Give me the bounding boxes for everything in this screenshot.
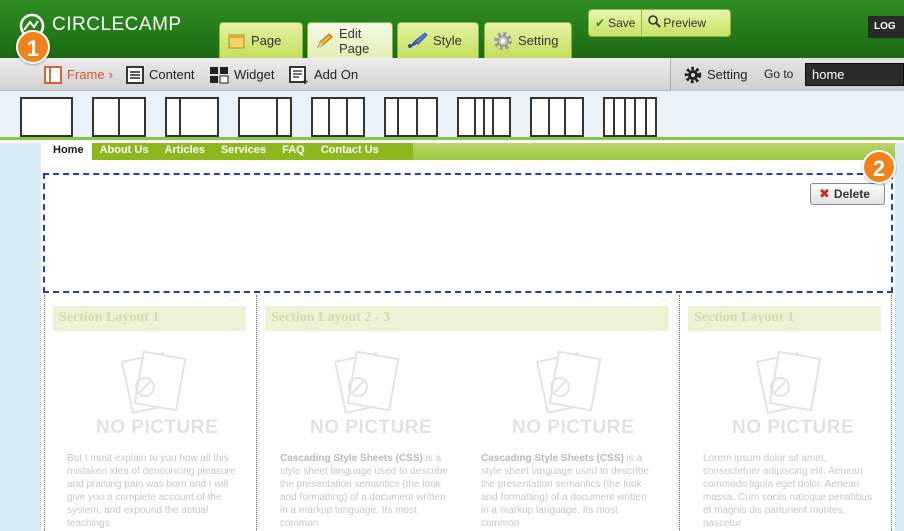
- tab-label: Page: [251, 33, 282, 48]
- section-heading: Section Layout 1: [688, 306, 881, 331]
- widget-icon: [209, 66, 229, 84]
- column-divider: [679, 295, 680, 531]
- column-divider: [256, 295, 257, 531]
- nav-item-articles[interactable]: Articles: [156, 143, 212, 160]
- tab-label: Style: [433, 33, 462, 48]
- step-badge-2: 2: [862, 150, 896, 184]
- app-logo-text: CIRCLECAMP: [52, 14, 182, 35]
- widget-label: Widget: [234, 67, 275, 82]
- tab-page[interactable]: Page: [219, 22, 303, 58]
- add-on-label: Add On: [314, 67, 359, 82]
- checkmark-icon: ✔: [595, 16, 606, 30]
- content-label: Content: [149, 67, 195, 82]
- section-paragraph: Cascading Style Sheets (CSS) is a style …: [481, 452, 653, 530]
- nav-item-faq[interactable]: FAQ: [274, 143, 313, 160]
- section-heading: Section Layout 1: [53, 306, 246, 331]
- frame-layout-strip: [0, 91, 904, 140]
- tab-edit-page[interactable]: Edit Page: [307, 22, 393, 58]
- selected-frame-dropzone[interactable]: [43, 173, 893, 293]
- toolbar-frame[interactable]: Frame ›: [44, 58, 113, 91]
- content-icon: [126, 65, 144, 84]
- frame-option-3col-even[interactable]: [311, 97, 365, 137]
- no-picture-label: NO PICTURE: [96, 417, 219, 438]
- section-heading: Section Layout 2 - 3: [265, 306, 669, 331]
- frame-option-4col[interactable]: [457, 97, 511, 137]
- toolbar-content[interactable]: Content: [126, 58, 195, 91]
- site-nav: Home About Us Articles Services FAQ Cont…: [45, 143, 413, 160]
- frame-option-3col-center[interactable]: [384, 97, 438, 137]
- column-divider: [891, 295, 892, 531]
- top-bar: CIRCLECAMP Page Edit Page Style Setting …: [0, 0, 904, 58]
- goto-label: Go to: [764, 67, 794, 81]
- magnifier-icon: [648, 15, 662, 31]
- frame-option-2col-right[interactable]: [238, 97, 292, 137]
- toolbar-add-on[interactable]: Add On: [289, 58, 358, 91]
- pencil-icon: [316, 32, 334, 49]
- goto-select[interactable]: home: [805, 63, 904, 86]
- save-preview-bar: ✔ Save Preview: [588, 9, 731, 37]
- toolbar-setting[interactable]: Setting: [684, 58, 747, 91]
- frame-option-5col[interactable]: [603, 97, 657, 137]
- nav-item-contact-us[interactable]: Contact Us: [313, 143, 387, 160]
- nav-item-services[interactable]: Services: [213, 143, 274, 160]
- tab-setting[interactable]: Setting: [484, 22, 572, 58]
- preview-button[interactable]: Preview: [641, 10, 712, 36]
- delete-icon: ✖: [819, 186, 830, 201]
- secondary-toolbar: Frame › Content Widget Add On Setting Go…: [0, 58, 904, 91]
- chevron-right-icon: ›: [108, 67, 113, 82]
- frame-icon: [44, 65, 62, 84]
- frame-option-2col-left[interactable]: [165, 97, 219, 137]
- gear-icon: [493, 31, 513, 51]
- section-paragraph: Cascading Style Sheets (CSS) is a style …: [280, 452, 452, 530]
- tab-style[interactable]: Style: [397, 22, 479, 58]
- no-picture-label: NO PICTURE: [732, 417, 855, 438]
- paintbrush-icon: [406, 31, 428, 50]
- no-picture-label: NO PICTURE: [512, 417, 635, 438]
- nav-bar-fill: [413, 143, 895, 160]
- column-divider: [44, 295, 45, 531]
- delete-label: Delete: [833, 187, 870, 201]
- gear-icon: [684, 66, 702, 84]
- preview-label: Preview: [663, 16, 707, 30]
- css-term: Cascading Style Sheets (CSS): [481, 453, 624, 464]
- frame-option-3col-wide[interactable]: [530, 97, 584, 137]
- setting-label: Setting: [707, 67, 748, 82]
- paragraph-body: is a style sheet language used to descri…: [280, 453, 448, 529]
- toolbar-widget[interactable]: Widget: [209, 58, 274, 91]
- section-paragraph: But I must explain to you how all this m…: [67, 453, 236, 529]
- log-button[interactable]: LOG: [868, 16, 904, 38]
- section-paragraph: Lorem ipsum dolor sit amet, consectetuer…: [703, 453, 872, 529]
- add-on-icon: [289, 65, 309, 84]
- nav-item-home[interactable]: Home: [45, 143, 92, 160]
- save-label: Save: [608, 16, 636, 30]
- tab-label: Setting: [518, 33, 559, 48]
- frame-option-2col-even[interactable]: [92, 97, 146, 137]
- nav-item-about-us[interactable]: About Us: [92, 143, 157, 160]
- no-picture-label: NO PICTURE: [310, 417, 433, 438]
- delete-button[interactable]: ✖ Delete: [810, 183, 885, 205]
- notepad-icon: [228, 33, 246, 49]
- frame-option-1col[interactable]: [20, 97, 73, 137]
- step-badge-1: 1: [16, 30, 50, 64]
- save-button[interactable]: ✔ Save: [589, 10, 641, 36]
- tab-label: Edit Page: [339, 25, 370, 56]
- paragraph-body: is a style sheet language used to descri…: [481, 453, 649, 529]
- css-term: Cascading Style Sheets (CSS): [280, 453, 423, 464]
- frame-label: Frame: [67, 67, 105, 82]
